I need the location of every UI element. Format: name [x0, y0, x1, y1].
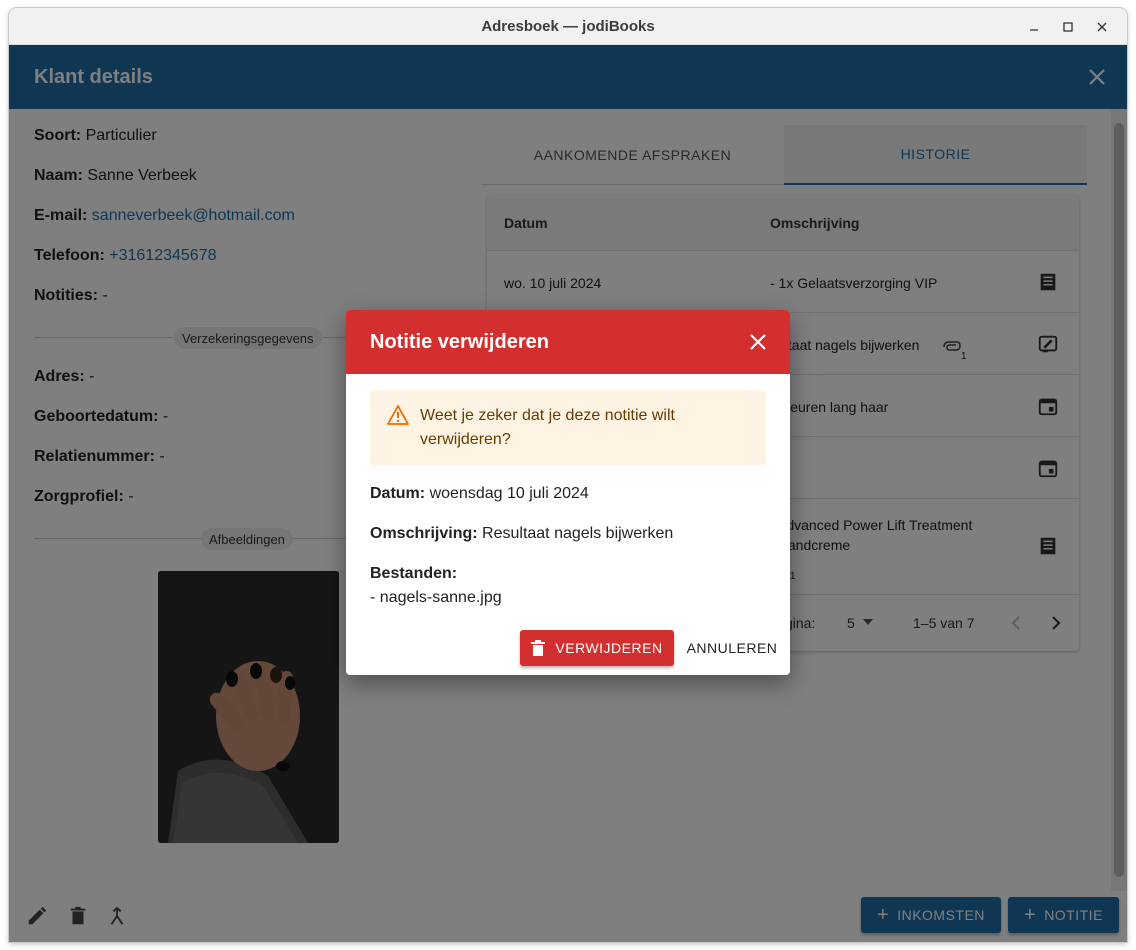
confirm-delete-button[interactable]: VERWIJDEREN [520, 630, 674, 666]
warning-alert: Weet je zeker dat je deze notitie wilt v… [370, 390, 766, 465]
trash-icon [531, 640, 546, 656]
confirm-delete-label: VERWIJDEREN [555, 640, 663, 656]
close-icon[interactable] [1085, 8, 1119, 45]
window-controls [1017, 8, 1119, 45]
warning-text: Weet je zeker dat je deze notitie wilt v… [420, 407, 675, 448]
dialog-datum-label: Datum: [370, 485, 426, 502]
dialog-bestanden-label: Bestanden: [370, 565, 457, 583]
dialog-omschrijving-value: Resultaat nagels bijwerken [482, 525, 674, 542]
cancel-button[interactable]: ANNULEREN [682, 630, 782, 666]
dialog-datum-value: woensdag 10 juli 2024 [429, 485, 589, 502]
dialog-bestand: - nagels-sanne.jpg [370, 589, 502, 606]
app-window: Adresboek — jodiBooks Klant details Soor… [9, 8, 1127, 942]
dialog-title: Notitie verwijderen [370, 331, 549, 353]
minimize-icon[interactable] [1017, 8, 1051, 45]
warning-icon [387, 405, 409, 425]
dialog-datum: Datum: woensdag 10 juli 2024 [370, 485, 589, 503]
window-title: Adresboek — jodiBooks [481, 17, 655, 35]
bestanden-label: Bestanden: [370, 565, 458, 582]
delete-note-dialog: Notitie verwijderen Weet je zeker dat je… [346, 310, 790, 675]
dialog-header: Notitie verwijderen [346, 310, 790, 374]
dialog-omschrijving: Omschrijving: Resultaat nagels bijwerken [370, 525, 673, 543]
maximize-icon[interactable] [1051, 8, 1085, 45]
close-icon[interactable] [748, 332, 768, 352]
window-titlebar: Adresboek — jodiBooks [9, 8, 1127, 45]
dialog-omschrijving-label: Omschrijving: [370, 525, 478, 542]
